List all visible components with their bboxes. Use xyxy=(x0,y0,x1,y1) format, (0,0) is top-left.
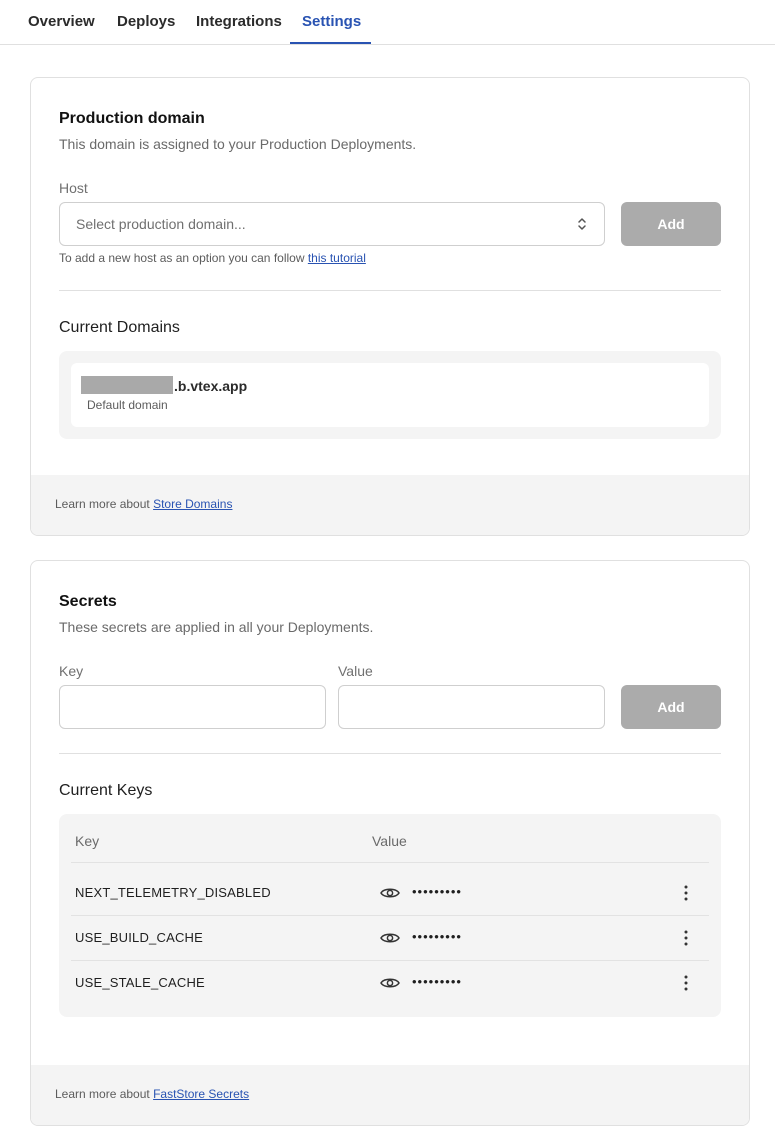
section-divider xyxy=(59,753,721,754)
footer-prefix: Learn more about xyxy=(55,1087,150,1101)
eye-icon[interactable] xyxy=(380,931,400,945)
more-vertical-icon[interactable] xyxy=(683,930,689,946)
store-domains-link[interactable]: Store Domains xyxy=(153,497,232,511)
eye-icon[interactable] xyxy=(380,886,400,900)
secret-key-input[interactable] xyxy=(59,685,326,729)
redacted-domain-prefix xyxy=(81,376,173,394)
tab-integrations[interactable]: Integrations xyxy=(196,13,282,30)
row-divider xyxy=(71,862,709,863)
table-header-value: Value xyxy=(372,833,407,849)
host-helper-prefix: To add a new host as an option you can f… xyxy=(59,251,305,265)
production-domain-select[interactable]: Select production domain... xyxy=(59,202,605,246)
secrets-footer: Learn more about FastStore Secrets xyxy=(31,1065,749,1125)
section-divider xyxy=(59,290,721,291)
production-domain-title: Production domain xyxy=(59,110,205,127)
eye-icon[interactable] xyxy=(380,976,400,990)
domains-list: .b.vtex.app Default domain xyxy=(59,351,721,439)
tab-deploys[interactable]: Deploys xyxy=(117,13,175,30)
more-vertical-icon[interactable] xyxy=(683,975,689,991)
footer-prefix: Learn more about xyxy=(55,497,150,511)
current-domains-title: Current Domains xyxy=(59,319,180,336)
tab-settings[interactable]: Settings xyxy=(302,13,361,30)
current-keys-title: Current Keys xyxy=(59,782,153,799)
value-label: Value xyxy=(338,663,373,679)
domain-item: .b.vtex.app Default domain xyxy=(71,363,709,427)
host-label: Host xyxy=(59,180,88,196)
footer-text: Learn more about Store Domains xyxy=(55,497,232,511)
faststore-secrets-link[interactable]: FastStore Secrets xyxy=(153,1087,249,1101)
add-secret-button[interactable]: Add xyxy=(621,685,721,729)
tab-overview[interactable]: Overview xyxy=(28,13,95,30)
domain-subtitle: Default domain xyxy=(87,398,168,412)
production-domain-footer: Learn more about Store Domains xyxy=(31,475,749,535)
secrets-description: These secrets are applied in all your De… xyxy=(59,619,374,635)
tab-bar: Overview Deploys Integrations Settings xyxy=(0,0,775,45)
row-divider xyxy=(71,915,709,916)
secret-value-input[interactable] xyxy=(338,685,605,729)
secrets-table: Key Value NEXT_TELEMETRY_DISABLED ••••••… xyxy=(59,814,721,1017)
secret-value-mask: ••••••••• xyxy=(412,884,462,899)
select-placeholder: Select production domain... xyxy=(76,216,246,232)
tutorial-link[interactable]: this tutorial xyxy=(308,251,366,265)
secrets-title: Secrets xyxy=(59,593,117,610)
production-domain-card: Production domain This domain is assigne… xyxy=(30,77,750,536)
footer-text: Learn more about FastStore Secrets xyxy=(55,1087,249,1101)
row-divider xyxy=(71,960,709,961)
key-label: Key xyxy=(59,663,84,679)
production-domain-description: This domain is assigned to your Producti… xyxy=(59,136,417,152)
secret-key-cell: USE_STALE_CACHE xyxy=(75,975,205,990)
secret-key-cell: NEXT_TELEMETRY_DISABLED xyxy=(75,885,271,900)
secret-value-mask: ••••••••• xyxy=(412,974,462,989)
domain-name: .b.vtex.app xyxy=(174,378,248,394)
add-domain-button[interactable]: Add xyxy=(621,202,721,246)
host-helper-text: To add a new host as an option you can f… xyxy=(59,251,366,265)
more-vertical-icon[interactable] xyxy=(683,885,689,901)
chevron-up-down-icon xyxy=(578,218,586,230)
active-tab-indicator xyxy=(290,42,371,44)
secret-value-mask: ••••••••• xyxy=(412,929,462,944)
table-header-key: Key xyxy=(75,833,100,849)
secrets-card: Secrets These secrets are applied in all… xyxy=(30,560,750,1126)
secret-key-cell: USE_BUILD_CACHE xyxy=(75,930,203,945)
